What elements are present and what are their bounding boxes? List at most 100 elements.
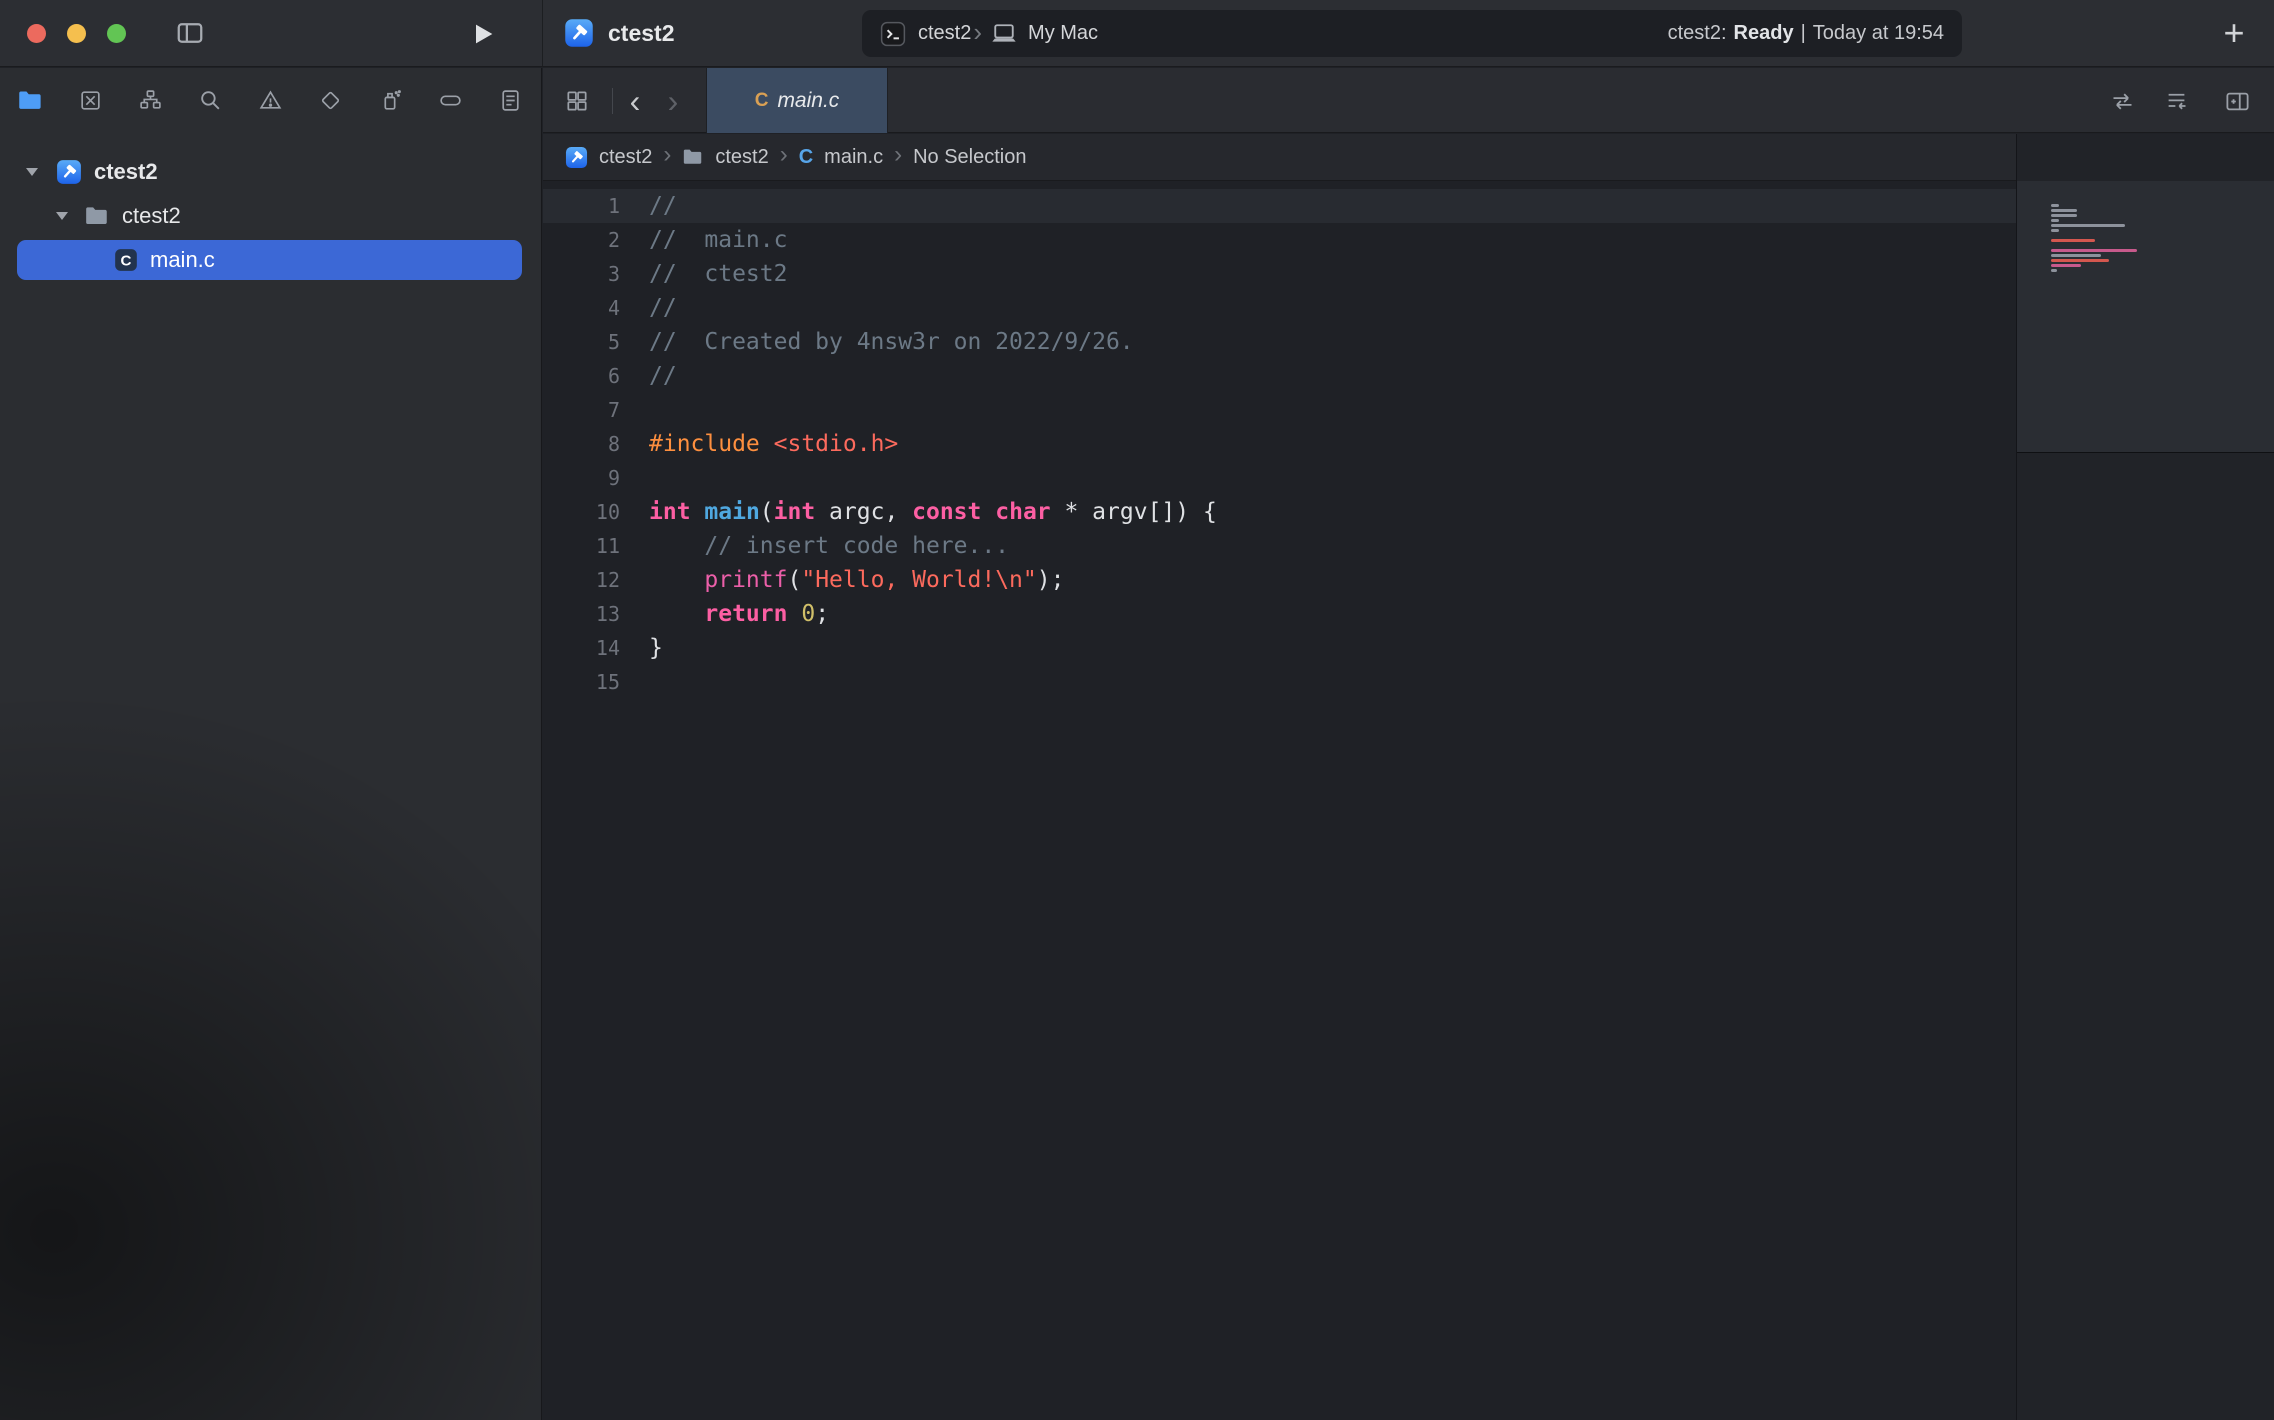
close-button[interactable] (27, 24, 46, 43)
project-navigator-tab[interactable] (17, 87, 44, 114)
line-number[interactable]: 12 (543, 563, 620, 597)
line-text: } (649, 631, 663, 665)
code-line[interactable]: 9 (543, 461, 2016, 495)
find-navigator-tab[interactable] (197, 87, 224, 114)
xcode-project-icon (564, 18, 594, 48)
editor-area: ‹ › C main.c (543, 68, 2274, 1420)
window-title-area: ctest2 (564, 18, 674, 48)
xcode-project-icon (56, 159, 82, 185)
minimap-line (2051, 229, 2059, 232)
line-text: // main.c (649, 223, 787, 257)
breadcrumb-project[interactable]: ctest2 (599, 146, 652, 169)
report-doc-icon (498, 88, 523, 113)
breadcrumb-selection[interactable]: No Selection (913, 146, 1026, 169)
folder-icon (84, 203, 110, 229)
line-number[interactable]: 11 (543, 529, 620, 563)
toolbar: ctest2 ctest2 › My Mac ctest2: Ready | (0, 0, 2274, 67)
go-forward-button[interactable]: › (659, 87, 687, 115)
line-number[interactable]: 1 (543, 189, 620, 223)
line-number[interactable]: 10 (543, 495, 620, 529)
debug-navigator-tab[interactable] (377, 87, 404, 114)
tree-row-file-selected[interactable]: C main.c (17, 240, 522, 280)
code-line[interactable]: 5 // Created by 4nsw3r on 2022/9/26. (543, 325, 2016, 359)
source-editor[interactable]: 1 // 2 // main.c3// ctest24 // 5 // Created by… (543, 182, 2016, 1420)
scheme-target[interactable]: ctest2 (918, 22, 971, 45)
source-control-navigator-tab[interactable] (77, 87, 104, 114)
boxed-x-icon (78, 88, 103, 113)
line-number[interactable]: 9 (543, 461, 620, 495)
line-text: printf("Hello, World!\n"); (649, 563, 1064, 597)
line-number[interactable]: 4 (543, 291, 620, 325)
code-line[interactable]: 1 // (543, 189, 2016, 223)
line-text: // Created by 4nsw3r on 2022/9/26. (649, 325, 1134, 359)
breadcrumb-file[interactable]: main.c (824, 146, 883, 169)
related-items-button[interactable] (563, 87, 591, 115)
line-text: #include <stdio.h> (649, 427, 898, 461)
adjust-editor-options-button[interactable] (2162, 87, 2190, 115)
minimap-line (2051, 224, 2125, 227)
code-line[interactable]: 10int main(int argc, const char * argv[]… (543, 495, 2016, 529)
activity-status: ctest2: Ready | Today at 19:54 (1668, 22, 1944, 45)
code-line[interactable]: 4 // (543, 291, 2016, 325)
tabbar-separator (612, 88, 613, 114)
chevron-right-icon: › (780, 141, 788, 169)
line-number[interactable]: 15 (543, 665, 620, 699)
line-number[interactable]: 3 (543, 257, 620, 291)
tree-row-project[interactable]: ctest2 (0, 152, 541, 192)
add-editor-button[interactable] (2223, 87, 2251, 115)
tree-row-group[interactable]: ctest2 (0, 196, 541, 236)
code-line[interactable]: 15 (543, 665, 2016, 699)
zoom-button[interactable] (107, 24, 126, 43)
code-line[interactable]: 8 #include <stdio.h> (543, 427, 2016, 461)
run-button[interactable] (468, 19, 498, 49)
test-navigator-tab[interactable] (317, 87, 344, 114)
toggle-sidebar-button[interactable] (172, 17, 208, 49)
library-add-button[interactable]: + (2212, 10, 2256, 56)
code-line[interactable]: 14} (543, 631, 2016, 665)
chevron-left-icon: ‹ (630, 87, 641, 115)
breadcrumb-group[interactable]: ctest2 (715, 146, 768, 169)
line-number[interactable]: 5 (543, 325, 620, 359)
editor-options-icon (2163, 88, 2190, 115)
code-line[interactable]: 3// ctest2 (543, 257, 2016, 291)
line-number[interactable]: 14 (543, 631, 620, 665)
line-number[interactable]: 2 (543, 223, 620, 257)
code-line[interactable]: 11 // insert code here... (543, 529, 2016, 563)
minimap-line (2051, 239, 2095, 242)
go-back-button[interactable]: ‹ (621, 87, 649, 115)
line-number[interactable]: 7 (543, 393, 620, 427)
minimap-line (2051, 209, 2077, 212)
line-text: // (649, 291, 677, 325)
line-number[interactable]: 6 (543, 359, 620, 393)
minimize-button[interactable] (67, 24, 86, 43)
navigator-sidebar: ctest2 ctest2 C main.c (0, 68, 542, 1420)
scheme-device[interactable]: My Mac (1028, 22, 1098, 45)
code-review-button[interactable] (2108, 87, 2136, 115)
grid-icon (564, 88, 590, 114)
issue-navigator-tab[interactable] (257, 87, 284, 114)
search-icon (198, 88, 223, 113)
line-text: // (649, 189, 677, 223)
code-line[interactable]: 2 // main.c (543, 223, 2016, 257)
disclosure-triangle-icon[interactable] (56, 212, 68, 220)
minimap-content[interactable] (2051, 204, 2137, 279)
c-file-icon: C (113, 247, 139, 273)
minimap-line (2051, 259, 2109, 262)
code-line[interactable]: 13 return 0; (543, 597, 2016, 631)
line-text: return 0; (649, 597, 829, 631)
minimap-line (2051, 249, 2137, 252)
breakpoint-navigator-tab[interactable] (437, 87, 464, 114)
report-navigator-tab[interactable] (497, 87, 524, 114)
code-line[interactable]: 12 printf("Hello, World!\n"); (543, 563, 2016, 597)
chevron-right-icon: › (971, 22, 984, 42)
disclosure-triangle-icon[interactable] (26, 168, 38, 176)
symbol-navigator-tab[interactable] (137, 87, 164, 114)
code-line[interactable]: 6// (543, 359, 2016, 393)
folder-icon (17, 87, 44, 114)
code-line[interactable]: 7 (543, 393, 2016, 427)
status-state: Ready (1734, 22, 1794, 45)
warning-triangle-icon (258, 88, 283, 113)
line-number[interactable]: 8 (543, 427, 620, 461)
editor-tab-main-c[interactable]: C main.c (706, 68, 888, 133)
line-number[interactable]: 13 (543, 597, 620, 631)
